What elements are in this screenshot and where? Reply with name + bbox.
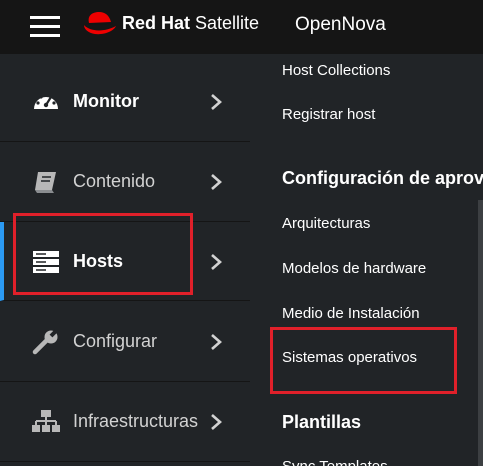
sidebar-item-label: Hosts [73,251,124,271]
sidebar-nav: Monitor Contenido Hosts Configurar Infra… [0,54,250,466]
server-icon [33,251,59,273]
network-icon [32,410,60,432]
brand-logo-text: Red Hat Satellite [122,13,259,34]
section-heading-plantillas: Plantillas [282,412,362,432]
menu-item-medio-instalacion[interactable]: Medio de Instalación [282,305,420,322]
chevron-right-icon [211,254,222,270]
top-bar: Red Hat Satellite OpenNova [0,0,483,54]
sidebar-item-label: Configurar [73,331,158,351]
chevron-right-icon [211,414,222,430]
red-hat-icon [84,12,116,35]
hamburger-menu-icon[interactable] [30,16,60,38]
chevron-right-icon [211,94,222,110]
sidebar-item-label: Monitor [73,91,139,111]
sidebar-item-contenido[interactable]: Contenido [0,142,250,222]
sidebar-item-infraestructuras[interactable]: Infraestructuras [0,382,250,462]
wrench-icon [32,329,59,355]
sidebar-item-label: Infraestructuras [73,411,199,431]
menu-item-host-collections[interactable]: Host Collections [282,62,390,79]
menu-item-sync-templates[interactable]: Sync Templates [282,458,388,466]
organization-name[interactable]: OpenNova [295,14,386,36]
menu-item-arquitecturas[interactable]: Arquitecturas [282,215,370,232]
menu-item-sistemas-operativos[interactable]: Sistemas operativos [282,349,417,366]
chevron-right-icon [211,174,222,190]
hosts-flyout-menu: Host Collections Registrar host Configur… [250,54,483,466]
chevron-right-icon [211,334,222,350]
sidebar-item-configurar[interactable]: Configurar [0,302,250,382]
book-icon [35,172,56,193]
menu-item-modelos-hardware[interactable]: Modelos de hardware [282,260,426,277]
brand-name: Red Hat [122,13,191,33]
sidebar-item-monitor[interactable]: Monitor [0,62,250,142]
flyout-scrollbar[interactable] [478,200,483,466]
section-heading-provisioning: Configuración de aprovisionamiento [282,168,483,188]
dashboard-gauge-icon [34,95,58,109]
brand-product: Satellite [195,13,260,33]
sidebar-item-label: Contenido [73,171,156,191]
menu-item-registrar-host[interactable]: Registrar host [282,106,375,123]
sidebar-item-hosts[interactable]: Hosts [0,222,250,301]
